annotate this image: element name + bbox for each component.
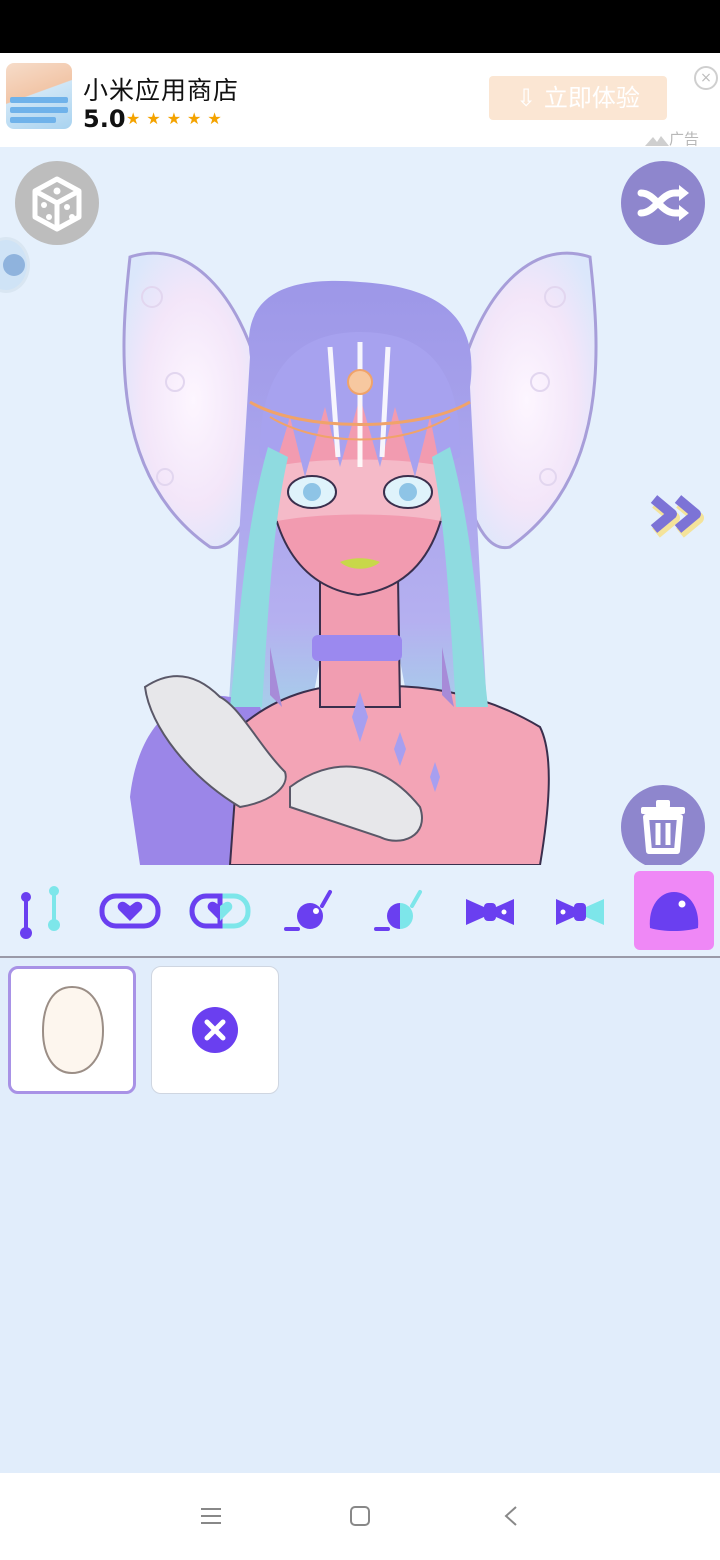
shell-ornament bbox=[347, 369, 373, 395]
ad-cta-button[interactable]: ⇩ 立即体验 bbox=[489, 76, 667, 120]
shuffle-button[interactable] bbox=[621, 161, 705, 245]
left-iris bbox=[303, 483, 321, 501]
badge-dot-icon bbox=[3, 254, 25, 276]
home-icon[interactable] bbox=[349, 1505, 371, 1527]
menu-icon[interactable] bbox=[200, 1505, 222, 1527]
ad-banner[interactable]: 小米应用商店 5.0 ★★★★★ ⇩ 立即体验 × 广告 bbox=[0, 53, 720, 149]
ad-title: 小米应用商店 bbox=[83, 76, 240, 105]
double-chevron-right-icon[interactable] bbox=[650, 495, 710, 541]
heart-badge-icon bbox=[99, 893, 161, 928]
delete-button[interactable] bbox=[621, 785, 705, 865]
tool-body-shape[interactable] bbox=[0, 865, 80, 956]
choker bbox=[312, 635, 402, 661]
body-shape-icon bbox=[20, 885, 60, 939]
trash-icon bbox=[641, 800, 685, 854]
tool-bow[interactable] bbox=[450, 865, 530, 956]
back-icon[interactable] bbox=[502, 1505, 520, 1527]
half-heart-badge-icon bbox=[189, 893, 251, 928]
tool-bauble[interactable] bbox=[270, 865, 350, 956]
randomize-button[interactable] bbox=[15, 161, 99, 245]
tool-half-heart-badge[interactable] bbox=[180, 865, 260, 956]
ad-app-icon bbox=[6, 63, 72, 129]
clear-icon bbox=[192, 1007, 238, 1053]
tool-half-bauble[interactable] bbox=[360, 865, 440, 956]
status-bar bbox=[0, 0, 720, 53]
half-bow-icon bbox=[556, 898, 604, 925]
egg-shape-icon bbox=[41, 985, 105, 1075]
ad-close-icon[interactable]: × bbox=[694, 66, 718, 90]
ad-logo-icon bbox=[645, 135, 669, 146]
tool-half-bow[interactable] bbox=[540, 865, 620, 956]
right-wing bbox=[456, 251, 598, 549]
bauble-icon bbox=[284, 889, 332, 931]
bow-icon bbox=[466, 898, 514, 925]
ad-rating: 5.0 bbox=[83, 105, 126, 133]
dice-icon bbox=[32, 176, 82, 232]
character-stage bbox=[0, 147, 720, 865]
ad-tag: 广告 bbox=[645, 128, 699, 149]
ad-tag-label: 广告 bbox=[669, 130, 700, 148]
blob-icon bbox=[649, 891, 699, 931]
option-none[interactable] bbox=[151, 966, 279, 1094]
shuffle-icon bbox=[637, 185, 689, 221]
right-iris bbox=[399, 483, 417, 501]
character-illustration bbox=[122, 251, 598, 865]
options-panel bbox=[0, 958, 720, 1473]
tool-heart-badge[interactable] bbox=[90, 865, 170, 956]
half-bauble-icon bbox=[374, 889, 422, 931]
category-toolbar bbox=[0, 865, 720, 958]
tool-blob[interactable] bbox=[634, 871, 714, 950]
ad-stars: ★★★★★ bbox=[126, 109, 228, 128]
option-egg-shape[interactable] bbox=[8, 966, 136, 1094]
system-nav-bar bbox=[0, 1473, 720, 1560]
